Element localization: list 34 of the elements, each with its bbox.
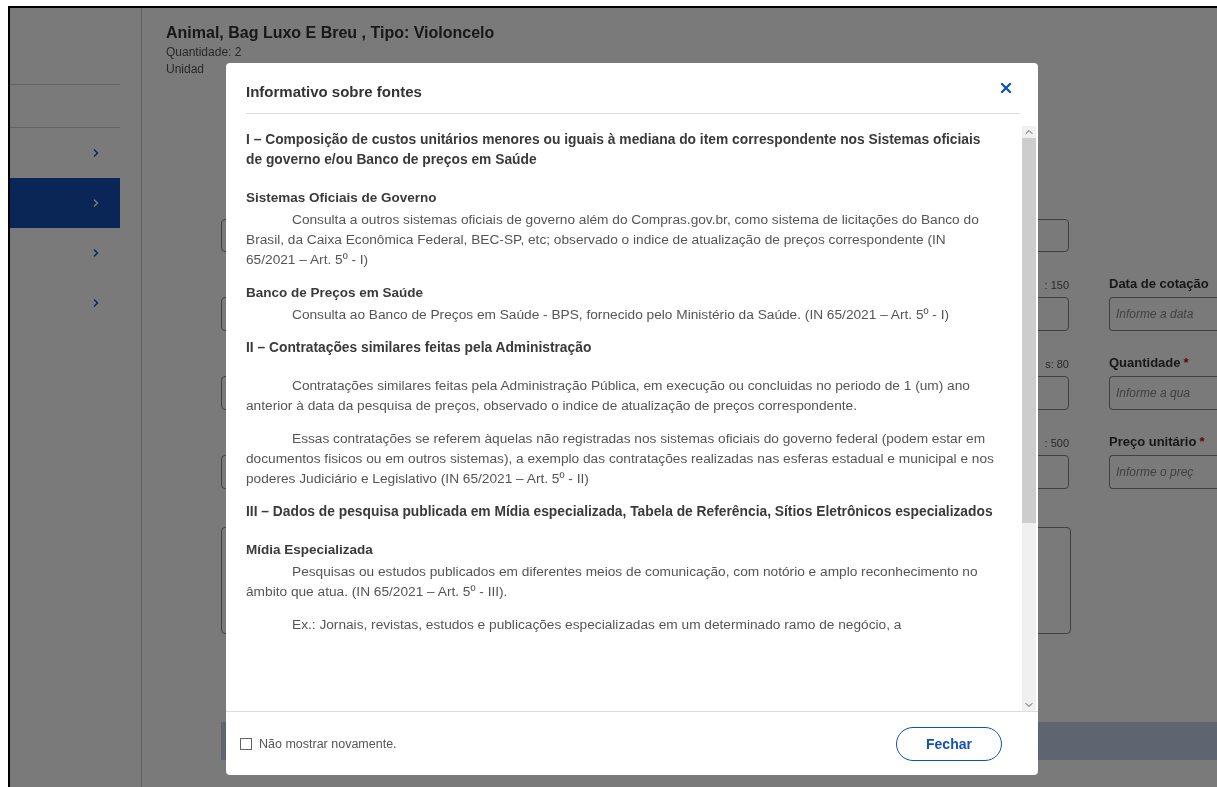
input-field[interactable]: Informe a qua	[1109, 376, 1217, 410]
paragraph: Consulta ao Banco de Preços em Saúde - BPS, fornecido pelo Ministério da Saúde. (IN 65/2021 – Art. 5º - I)	[291, 306, 951, 324]
field-label: Preço unitário *	[1109, 434, 1205, 449]
paragraph: Pesquisas ou estudos publicados em diferentes meios de comunicação, com notório e amplo reconhecimento no âmbito que atua. (IN 65/2021 – Art. 5º - III).	[246, 563, 979, 601]
required-mark: *	[1199, 434, 1205, 449]
field-label: Quantidade *	[1109, 355, 1189, 370]
close-button[interactable]	[998, 80, 1014, 96]
required-mark: *	[1183, 355, 1189, 370]
character-counter: : 150	[1044, 279, 1069, 291]
field-label: Data de cotação	[1109, 276, 1209, 291]
input-field[interactable]: Informe a data	[1109, 297, 1217, 331]
input-field[interactable]: Informe o preç	[1109, 455, 1217, 489]
close-dialog-button[interactable]: Fechar	[896, 726, 1002, 761]
section-subheading: Banco de Preços em Saúde	[246, 284, 425, 302]
close-icon	[998, 80, 1014, 96]
checkbox[interactable]	[240, 737, 252, 750]
section-heading: III – Dados de pesquisa publicada em Mídia especializada, Tabela de Referência, Sítios Eletrônicos especializados	[246, 503, 994, 521]
paragraph: Consulta a outros sistemas oficiais de governo além do Compras.gov.br, como sistema de licitações do Banco do Brasil, da Caixa Econômica Federal, BEC-SP, etc; observado o indice de atualização de preços correspondente (IN 65/2021 – Art. 5º - I)	[246, 211, 980, 269]
modal-title: Informativo sobre fontes	[246, 81, 422, 100]
section-subheading: Sistemas Oficiais de Governo	[246, 189, 438, 207]
item-quantity: Quantidade: 2	[166, 45, 243, 59]
paragraph: Contratações similares feitas pela Administração Pública, em execução ou concluidas no periodo de 1 (um) ano anterior à data da pesquisa de preços, observado o indice de atualização de preços correspondente.	[246, 377, 971, 415]
paragraph: Ex.: Jornais, revistas, estudos e publicações especializadas em um determinado ramo de negócio, a	[291, 616, 903, 634]
section-heading: I – Composição de custos unitários menores ou iguais à mediana do item correspondente nos Sistemas oficiais de governo e/ou Banco de preços em Saúde	[246, 131, 982, 169]
item-title: Animal, Bag Luxo E Breu , Tipo: Violoncelo	[166, 24, 496, 42]
section-subheading: Mídia Especializada	[246, 541, 374, 559]
character-counter: : 500	[1044, 437, 1069, 449]
scrollbar[interactable]	[1022, 126, 1036, 711]
checkbox-label: Não mostrar novamente.	[259, 736, 397, 751]
character-counter: s: 80	[1045, 358, 1069, 370]
section-heading: II – Contratações similares feitas pela Administração	[246, 339, 593, 357]
paragraph: Essas contratações se referem àquelas não registradas nos sistemas oficiais do governo federal (podem estar em documentos fisicos ou em outros sistemas), a exemplo das contratações realizadas nas esferas estadual e municipal e nos poderes Judiciário e Legislativo (IN 65/2021 – Art. 5º - II)	[246, 430, 995, 488]
item-unit: Unidad	[166, 62, 206, 76]
sidebar-item[interactable]	[10, 178, 120, 228]
